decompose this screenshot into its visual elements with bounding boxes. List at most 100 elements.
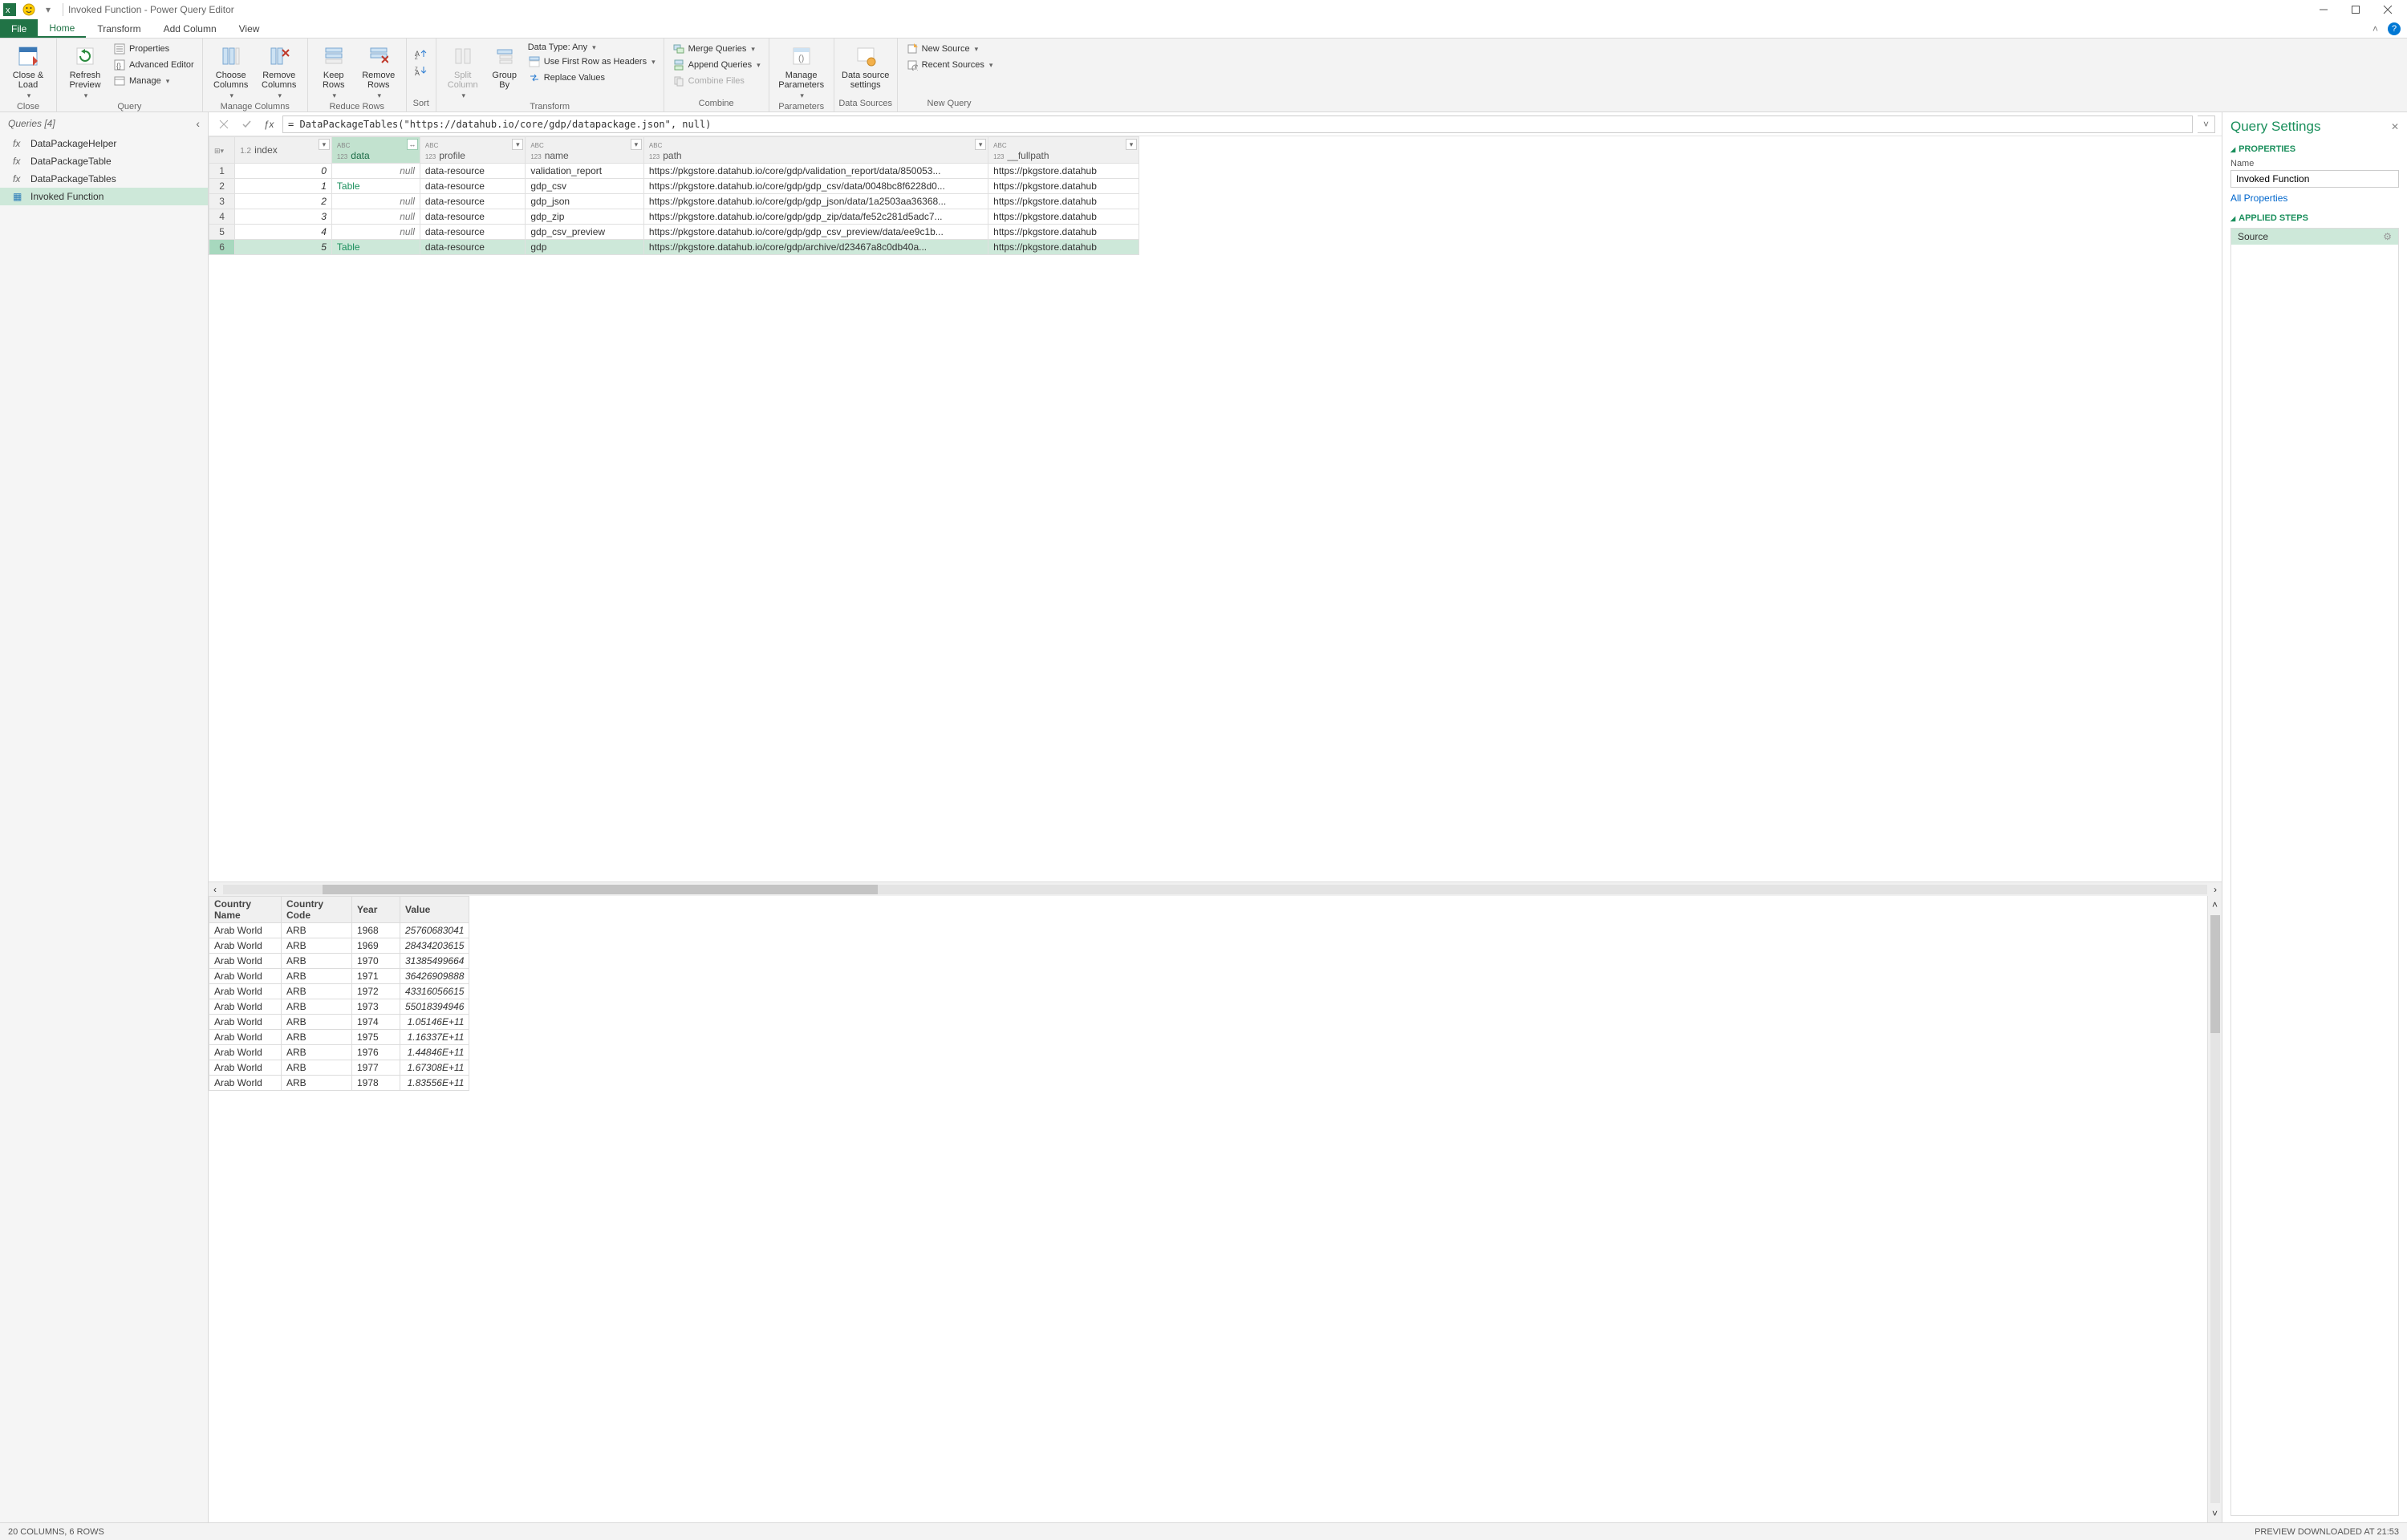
query-item[interactable]: fxDataPackageTables [0,170,208,188]
table-row[interactable]: 43nulldata-resourcegdp_ziphttps://pkgsto… [209,209,1139,225]
choose-columns-button[interactable]: Choose Columns▾ [209,42,253,100]
cell[interactable]: 1 [235,179,332,194]
cell[interactable]: data-resource [420,209,525,225]
cell[interactable]: data-resource [420,179,525,194]
preview-row[interactable]: Arab WorldARB19781.83556E+11 [209,1076,469,1091]
formula-expand-button[interactable]: ˅ [2198,116,2215,133]
column-header-index[interactable]: 1.2index▾ [235,137,332,164]
cell[interactable]: null [331,209,420,225]
table-row[interactable]: 10nulldata-resourcevalidation_reporthttp… [209,164,1139,179]
cell[interactable]: data-resource [420,225,525,240]
cell[interactable]: Table [331,240,420,255]
column-header-path[interactable]: ABC123path▾ [643,137,988,164]
cell[interactable]: https://pkgstore.datahub [988,179,1139,194]
data-type-button[interactable]: Data Type: Any▾ [526,42,657,53]
close-and-load-button[interactable]: Close & Load▾ [6,42,50,100]
data-source-settings-button[interactable]: Data source settings [841,42,891,90]
preview-vscrollbar[interactable]: ˄ ˅ [2207,896,2222,1522]
preview-row[interactable]: Arab WorldARB196928434203615 [209,938,469,954]
preview-column-header[interactable]: Country Code [282,897,352,923]
cell[interactable]: validation_report [526,164,644,179]
split-column-button[interactable]: Split Column▾ [443,42,483,100]
cell[interactable]: gdp_json [526,194,644,209]
cell[interactable]: https://pkgstore.datahub [988,164,1139,179]
cell[interactable]: null [331,164,420,179]
cell[interactable]: https://pkgstore.datahub.io/core/gdp/val… [643,164,988,179]
table-row[interactable]: 65Tabledata-resourcegdphttps://pkgstore.… [209,240,1139,255]
preview-row[interactable]: Arab WorldARB19751.16337E+11 [209,1030,469,1045]
close-pane-icon[interactable]: ✕ [2391,121,2399,132]
new-source-button[interactable]: New Source▾ [904,42,995,56]
preview-row[interactable]: Arab WorldARB197136426909888 [209,969,469,984]
filter-dropdown-icon[interactable]: ▾ [975,139,986,150]
scroll-down-icon[interactable]: ˅ [2212,1508,2218,1519]
fx-icon[interactable]: ƒx [260,116,278,133]
vscroll-thumb[interactable] [2210,915,2220,1033]
column-header-data[interactable]: ABC123data↔ [331,137,420,164]
formula-cancel-button[interactable] [215,116,233,133]
row-number-cell[interactable]: 6 [209,240,235,255]
row-number-cell[interactable]: 5 [209,225,235,240]
filter-dropdown-icon[interactable]: ▾ [1126,139,1137,150]
table-row[interactable]: 21Tabledata-resourcegdp_csvhttps://pkgst… [209,179,1139,194]
preview-row[interactable]: Arab WorldARB197355018394946 [209,999,469,1015]
applied-step[interactable]: Source⚙ [2231,229,2398,245]
preview-row[interactable]: Arab WorldARB19771.67308E+11 [209,1060,469,1076]
cell[interactable]: https://pkgstore.datahub.io/core/gdp/gdp… [643,179,988,194]
replace-values-button[interactable]: Replace Values [526,71,657,85]
formula-accept-button[interactable] [237,116,255,133]
sort-desc-button[interactable]: ZA [413,63,429,77]
manage-button[interactable]: Manage▾ [112,74,196,88]
cell[interactable]: data-resource [420,240,525,255]
cell[interactable]: gdp [526,240,644,255]
cell[interactable]: null [331,225,420,240]
filter-dropdown-icon[interactable]: ▾ [319,139,330,150]
cell[interactable]: https://pkgstore.datahub [988,240,1139,255]
cell[interactable]: https://pkgstore.datahub.io/core/gdp/gdp… [643,225,988,240]
cell[interactable]: 0 [235,164,332,179]
qat-dropdown-icon[interactable]: ▾ [42,3,55,16]
cell[interactable]: https://pkgstore.datahub.io/core/gdp/gdp… [643,194,988,209]
combine-files-button[interactable]: Combine Files [671,74,762,88]
scroll-right-icon[interactable]: › [2214,884,2217,895]
tab-file[interactable]: File [0,19,38,38]
first-row-headers-button[interactable]: Use First Row as Headers▾ [526,55,657,69]
column-header-fullpath[interactable]: ABC123__fullpath▾ [988,137,1139,164]
cell[interactable]: gdp_zip [526,209,644,225]
filter-dropdown-icon[interactable]: ▾ [512,139,523,150]
minimize-button[interactable] [2308,0,2340,19]
cell[interactable]: 4 [235,225,332,240]
properties-section-header[interactable]: PROPERTIES [2230,144,2399,154]
cell[interactable]: gdp_csv_preview [526,225,644,240]
cell[interactable]: data-resource [420,164,525,179]
remove-columns-button[interactable]: Remove Columns▾ [258,42,301,100]
applied-steps-header[interactable]: APPLIED STEPS [2230,213,2399,223]
scroll-up-icon[interactable]: ˄ [2212,899,2218,910]
column-header-name[interactable]: ABC123name▾ [526,137,644,164]
gear-icon[interactable]: ⚙ [2383,231,2392,242]
cell[interactable]: null [331,194,420,209]
tab-home[interactable]: Home [38,19,86,38]
close-window-button[interactable] [2372,0,2404,19]
cell[interactable]: https://pkgstore.datahub [988,225,1139,240]
cell[interactable]: https://pkgstore.datahub [988,194,1139,209]
expand-column-icon[interactable]: ↔ [407,139,418,150]
manage-parameters-button[interactable]: () Manage Parameters▾ [776,42,827,100]
remove-rows-button[interactable]: Remove Rows▾ [358,42,400,100]
preview-row[interactable]: Arab WorldARB196825760683041 [209,923,469,938]
properties-button[interactable]: Properties [112,42,196,56]
advanced-editor-button[interactable]: {}Advanced Editor [112,58,196,72]
query-item[interactable]: fxDataPackageTable [0,152,208,170]
filter-dropdown-icon[interactable]: ▾ [631,139,642,150]
query-item[interactable]: ▦Invoked Function [0,188,208,205]
cell[interactable]: gdp_csv [526,179,644,194]
row-number-cell[interactable]: 1 [209,164,235,179]
table-row[interactable]: 54nulldata-resourcegdp_csv_previewhttps:… [209,225,1139,240]
keep-rows-button[interactable]: Keep Rows▾ [315,42,353,100]
cell[interactable]: 2 [235,194,332,209]
preview-row[interactable]: Arab WorldARB19761.44846E+11 [209,1045,469,1060]
row-number-cell[interactable]: 3 [209,194,235,209]
row-number-cell[interactable]: 4 [209,209,235,225]
cell[interactable]: data-resource [420,194,525,209]
scroll-thumb[interactable] [323,885,878,894]
